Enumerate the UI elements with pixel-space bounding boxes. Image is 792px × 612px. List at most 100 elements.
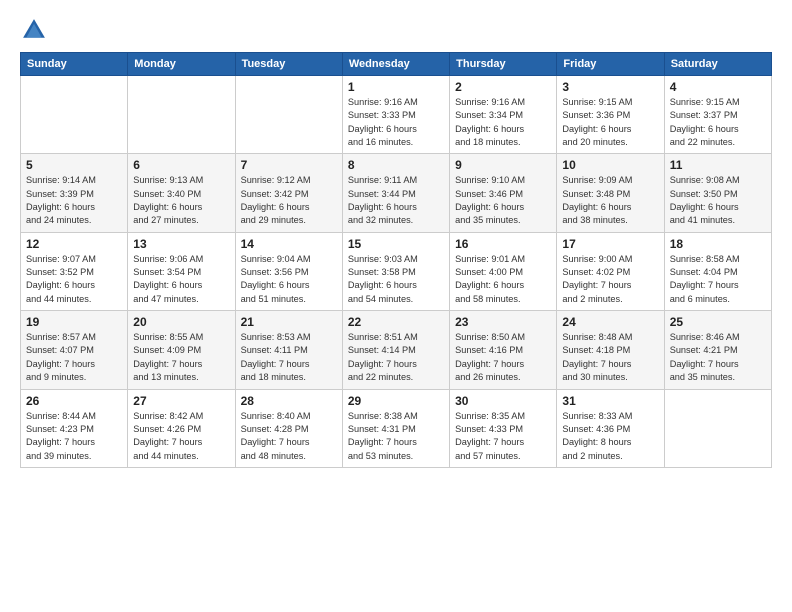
day-info: Sunrise: 8:35 AM Sunset: 4:33 PM Dayligh… (455, 410, 551, 463)
day-info: Sunrise: 9:09 AM Sunset: 3:48 PM Dayligh… (562, 174, 658, 227)
calendar-cell (128, 76, 235, 154)
day-number: 15 (348, 237, 444, 251)
calendar-header-wednesday: Wednesday (342, 53, 449, 76)
day-info: Sunrise: 8:40 AM Sunset: 4:28 PM Dayligh… (241, 410, 337, 463)
calendar-cell (664, 389, 771, 467)
calendar-cell: 26Sunrise: 8:44 AM Sunset: 4:23 PM Dayli… (21, 389, 128, 467)
calendar-week-4: 19 Sunrise: 8:57 AM Sunset: 4:07 PM Dayli… (21, 311, 772, 389)
calendar-cell: 28 Sunrise: 8:40 AM Sunset: 4:28 PM Dayli… (235, 389, 342, 467)
calendar-cell (21, 76, 128, 154)
calendar-cell: 2 Sunrise: 9:16 AM Sunset: 3:34 PM Daylig… (450, 76, 557, 154)
day-info: Sunrise: 8:58 AM Sunset: 4:04 PM Dayligh… (670, 253, 766, 306)
day-number: 20 (133, 315, 229, 329)
day-info: Sunrise: 8:42 AM Sunset: 4:26 PM Dayligh… (133, 410, 229, 463)
day-number: 31 (562, 394, 658, 408)
calendar-cell: 7 Sunrise: 9:12 AM Sunset: 3:42 PM Daylig… (235, 154, 342, 232)
calendar-cell: 23 Sunrise: 8:50 AM Sunset: 4:16 PM Dayli… (450, 311, 557, 389)
day-info: Sunrise: 9:14 AM Sunset: 3:39 PM Dayligh… (26, 174, 122, 227)
day-number: 30 (455, 394, 551, 408)
day-info: Sunrise: 9:16 AM Sunset: 3:33 PM Dayligh… (348, 96, 444, 149)
calendar: SundayMondayTuesdayWednesdayThursdayFrid… (20, 52, 772, 468)
calendar-cell: 9 Sunrise: 9:10 AM Sunset: 3:46 PM Daylig… (450, 154, 557, 232)
day-number: 19 (26, 315, 122, 329)
day-info: Sunrise: 9:11 AM Sunset: 3:44 PM Dayligh… (348, 174, 444, 227)
day-info: Sunrise: 9:15 AM Sunset: 3:36 PM Dayligh… (562, 96, 658, 149)
day-number: 4 (670, 80, 766, 94)
calendar-week-5: 26Sunrise: 8:44 AM Sunset: 4:23 PM Dayli… (21, 389, 772, 467)
day-number: 14 (241, 237, 337, 251)
calendar-header-row: SundayMondayTuesdayWednesdayThursdayFrid… (21, 53, 772, 76)
day-number: 7 (241, 158, 337, 172)
day-info: Sunrise: 8:57 AM Sunset: 4:07 PM Dayligh… (26, 331, 122, 384)
day-info: Sunrise: 9:13 AM Sunset: 3:40 PM Dayligh… (133, 174, 229, 227)
day-info: Sunrise: 9:04 AM Sunset: 3:56 PM Dayligh… (241, 253, 337, 306)
calendar-cell: 13Sunrise: 9:06 AM Sunset: 3:54 PM Dayli… (128, 232, 235, 310)
day-info: Sunrise: 9:00 AM Sunset: 4:02 PM Dayligh… (562, 253, 658, 306)
calendar-week-2: 5 Sunrise: 9:14 AM Sunset: 3:39 PM Daylig… (21, 154, 772, 232)
day-number: 16 (455, 237, 551, 251)
logo (20, 16, 52, 44)
day-info: Sunrise: 8:55 AM Sunset: 4:09 PM Dayligh… (133, 331, 229, 384)
calendar-header-saturday: Saturday (664, 53, 771, 76)
day-info: Sunrise: 8:33 AM Sunset: 4:36 PM Dayligh… (562, 410, 658, 463)
day-number: 25 (670, 315, 766, 329)
calendar-week-3: 12 Sunrise: 9:07 AM Sunset: 3:52 PM Dayli… (21, 232, 772, 310)
day-info: Sunrise: 8:51 AM Sunset: 4:14 PM Dayligh… (348, 331, 444, 384)
calendar-cell: 18 Sunrise: 8:58 AM Sunset: 4:04 PM Dayli… (664, 232, 771, 310)
day-number: 9 (455, 158, 551, 172)
calendar-cell: 19 Sunrise: 8:57 AM Sunset: 4:07 PM Dayli… (21, 311, 128, 389)
calendar-header-friday: Friday (557, 53, 664, 76)
calendar-cell: 21Sunrise: 8:53 AM Sunset: 4:11 PM Dayli… (235, 311, 342, 389)
calendar-cell: 1 Sunrise: 9:16 AM Sunset: 3:33 PM Daylig… (342, 76, 449, 154)
day-info: Sunrise: 9:12 AM Sunset: 3:42 PM Dayligh… (241, 174, 337, 227)
calendar-header-tuesday: Tuesday (235, 53, 342, 76)
calendar-cell (235, 76, 342, 154)
calendar-cell: 6 Sunrise: 9:13 AM Sunset: 3:40 PM Daylig… (128, 154, 235, 232)
calendar-cell: 8 Sunrise: 9:11 AM Sunset: 3:44 PM Daylig… (342, 154, 449, 232)
day-number: 6 (133, 158, 229, 172)
calendar-cell: 20 Sunrise: 8:55 AM Sunset: 4:09 PM Dayli… (128, 311, 235, 389)
day-info: Sunrise: 9:08 AM Sunset: 3:50 PM Dayligh… (670, 174, 766, 227)
calendar-cell: 22 Sunrise: 8:51 AM Sunset: 4:14 PM Dayli… (342, 311, 449, 389)
day-info: Sunrise: 9:15 AM Sunset: 3:37 PM Dayligh… (670, 96, 766, 149)
day-number: 3 (562, 80, 658, 94)
header (20, 16, 772, 44)
calendar-cell: 3 Sunrise: 9:15 AM Sunset: 3:36 PM Daylig… (557, 76, 664, 154)
day-number: 28 (241, 394, 337, 408)
calendar-cell: 4 Sunrise: 9:15 AM Sunset: 3:37 PM Daylig… (664, 76, 771, 154)
calendar-cell: 12 Sunrise: 9:07 AM Sunset: 3:52 PM Dayli… (21, 232, 128, 310)
day-number: 23 (455, 315, 551, 329)
day-number: 12 (26, 237, 122, 251)
day-info: Sunrise: 9:03 AM Sunset: 3:58 PM Dayligh… (348, 253, 444, 306)
day-info: Sunrise: 9:07 AM Sunset: 3:52 PM Dayligh… (26, 253, 122, 306)
day-info: Sunrise: 8:48 AM Sunset: 4:18 PM Dayligh… (562, 331, 658, 384)
day-info: Sunrise: 9:16 AM Sunset: 3:34 PM Dayligh… (455, 96, 551, 149)
calendar-cell: 10 Sunrise: 9:09 AM Sunset: 3:48 PM Dayli… (557, 154, 664, 232)
day-number: 11 (670, 158, 766, 172)
calendar-cell: 29Sunrise: 8:38 AM Sunset: 4:31 PM Dayli… (342, 389, 449, 467)
day-number: 2 (455, 80, 551, 94)
page: SundayMondayTuesdayWednesdayThursdayFrid… (0, 0, 792, 612)
calendar-cell: 11 Sunrise: 9:08 AM Sunset: 3:50 PM Dayli… (664, 154, 771, 232)
calendar-header-sunday: Sunday (21, 53, 128, 76)
day-info: Sunrise: 8:50 AM Sunset: 4:16 PM Dayligh… (455, 331, 551, 384)
day-info: Sunrise: 9:10 AM Sunset: 3:46 PM Dayligh… (455, 174, 551, 227)
calendar-cell: 25Sunrise: 8:46 AM Sunset: 4:21 PM Dayli… (664, 311, 771, 389)
day-number: 17 (562, 237, 658, 251)
calendar-cell: 31 Sunrise: 8:33 AM Sunset: 4:36 PM Dayli… (557, 389, 664, 467)
day-info: Sunrise: 9:01 AM Sunset: 4:00 PM Dayligh… (455, 253, 551, 306)
calendar-cell: 15 Sunrise: 9:03 AM Sunset: 3:58 PM Dayli… (342, 232, 449, 310)
calendar-cell: 17 Sunrise: 9:00 AM Sunset: 4:02 PM Dayli… (557, 232, 664, 310)
day-info: Sunrise: 9:06 AM Sunset: 3:54 PM Dayligh… (133, 253, 229, 306)
calendar-header-thursday: Thursday (450, 53, 557, 76)
day-number: 1 (348, 80, 444, 94)
day-number: 5 (26, 158, 122, 172)
day-number: 22 (348, 315, 444, 329)
calendar-cell: 14 Sunrise: 9:04 AM Sunset: 3:56 PM Dayli… (235, 232, 342, 310)
day-number: 8 (348, 158, 444, 172)
calendar-week-1: 1 Sunrise: 9:16 AM Sunset: 3:33 PM Daylig… (21, 76, 772, 154)
day-number: 27 (133, 394, 229, 408)
calendar-cell: 5 Sunrise: 9:14 AM Sunset: 3:39 PM Daylig… (21, 154, 128, 232)
day-number: 18 (670, 237, 766, 251)
day-number: 10 (562, 158, 658, 172)
